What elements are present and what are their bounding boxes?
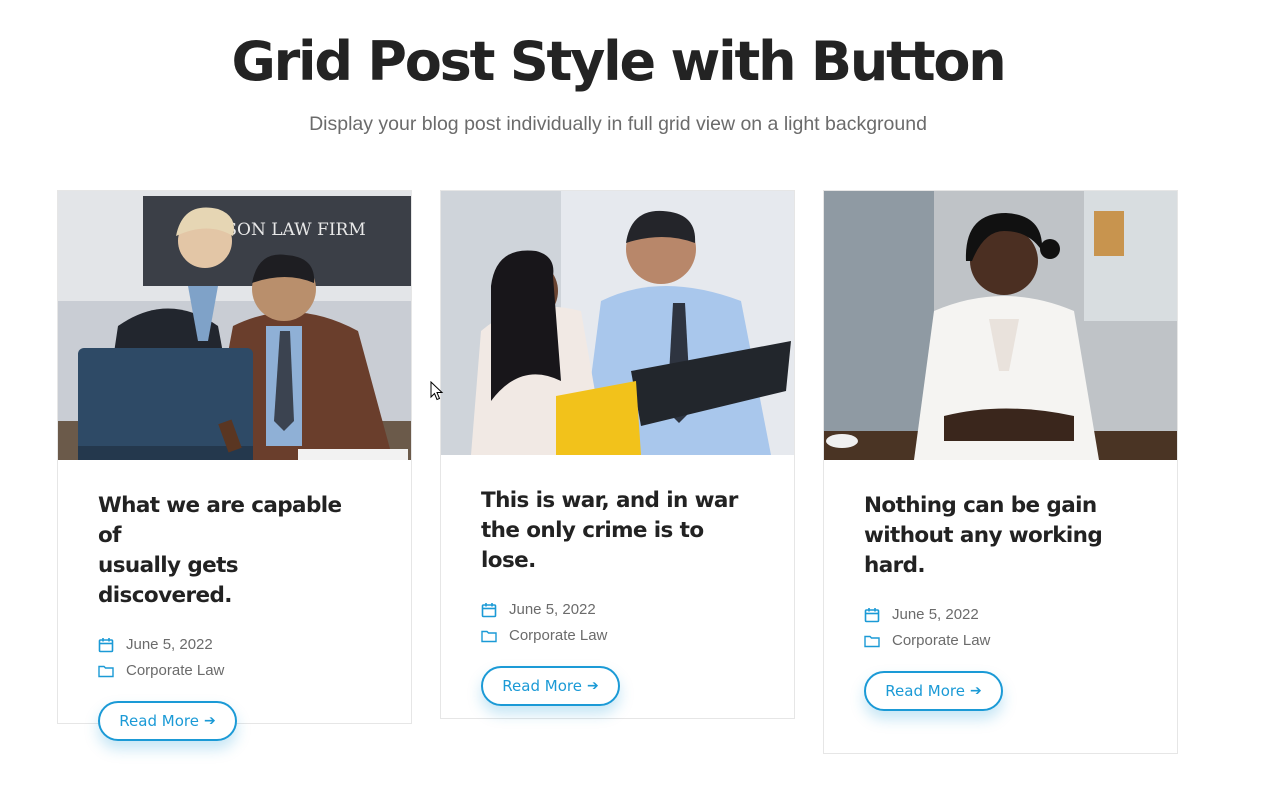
calendar-icon: [481, 602, 497, 618]
post-title-line: the only crime is to lose.: [481, 518, 704, 573]
post-title-line: Nothing can be gain: [864, 493, 1097, 518]
calendar-icon: [864, 607, 880, 623]
post-title-line: hard.: [864, 553, 926, 578]
post-category: Corporate Law: [481, 627, 754, 644]
folder-icon: [864, 633, 880, 649]
read-more-label: Read More: [119, 712, 199, 730]
page-subtitle: Display your blog post individually in f…: [309, 113, 927, 135]
read-more-button[interactable]: Read More ➔: [481, 666, 620, 706]
post-date-text: June 5, 2022: [126, 636, 213, 653]
arrow-right-icon: ➔: [969, 683, 982, 699]
post-card: This is war, and in war the only crime i…: [440, 190, 795, 719]
post-card: Nothing can be gain without any working …: [823, 190, 1178, 754]
post-title-line: What we are capable of: [98, 493, 342, 548]
post-title[interactable]: Nothing can be gain without any working …: [864, 491, 1137, 581]
arrow-right-icon: ➔: [203, 713, 216, 729]
post-date: June 5, 2022: [481, 601, 754, 618]
arrow-right-icon: ➔: [586, 678, 599, 694]
post-image[interactable]: MSON LAW FIRM: [58, 191, 411, 460]
page-title: Grid Post Style with Button: [231, 30, 1006, 93]
post-card: MSON LAW FIRM What we are capable of usu…: [57, 190, 412, 741]
post-image[interactable]: [824, 191, 1177, 460]
post-date: June 5, 2022: [864, 606, 1137, 623]
folder-icon: [481, 628, 497, 644]
post-category: Corporate Law: [98, 662, 371, 679]
read-more-label: Read More: [885, 682, 965, 700]
post-title-line: usually gets discovered.: [98, 553, 239, 608]
post-title-line: This is war, and in war: [481, 488, 738, 513]
mouse-cursor-icon: [430, 381, 444, 401]
read-more-button[interactable]: Read More ➔: [864, 671, 1003, 711]
post-category-link[interactable]: Corporate Law: [126, 662, 224, 679]
post-date-text: June 5, 2022: [892, 606, 979, 623]
read-more-button[interactable]: Read More ➔: [98, 701, 237, 741]
post-image[interactable]: [441, 191, 794, 455]
calendar-icon: [98, 637, 114, 653]
folder-icon: [98, 663, 114, 679]
post-category-link[interactable]: Corporate Law: [892, 632, 990, 649]
post-category: Corporate Law: [864, 632, 1137, 649]
post-title-line: without any working: [864, 523, 1103, 548]
post-category-link[interactable]: Corporate Law: [509, 627, 607, 644]
read-more-label: Read More: [502, 677, 582, 695]
post-date: June 5, 2022: [98, 636, 371, 653]
post-title[interactable]: This is war, and in war the only crime i…: [481, 486, 754, 576]
post-title[interactable]: What we are capable of usually gets disc…: [98, 491, 371, 611]
post-date-text: June 5, 2022: [509, 601, 596, 618]
